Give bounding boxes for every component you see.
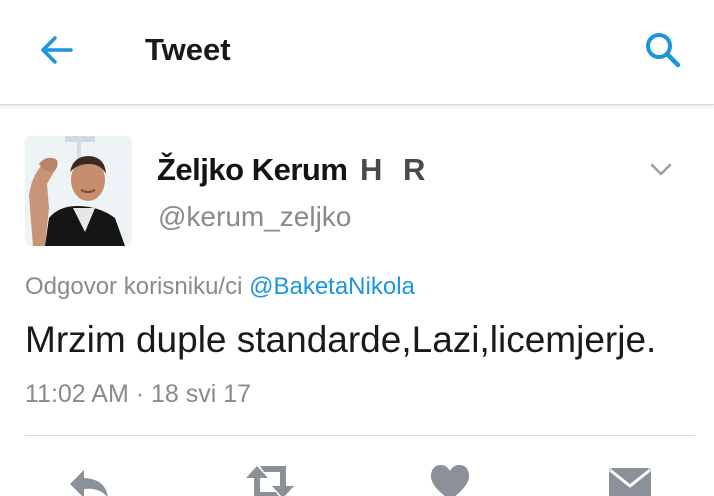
reply-context-label: Odgovor korisniku/ci	[25, 273, 243, 300]
author-flag-label: H R	[360, 152, 432, 187]
heart-icon	[430, 465, 470, 496]
profile-photo	[25, 136, 132, 246]
retweet-button[interactable]	[240, 462, 300, 496]
retweet-icon	[246, 466, 294, 496]
page-title: Tweet	[145, 32, 231, 67]
back-button[interactable]	[34, 28, 78, 72]
divider	[25, 435, 695, 436]
arrow-left-icon	[41, 36, 73, 64]
reply-button[interactable]	[60, 462, 120, 496]
author-handle[interactable]: @kerum_zeljko	[158, 198, 351, 236]
search-button[interactable]	[640, 27, 686, 73]
reply-icon	[70, 470, 108, 496]
chevron-down-icon	[650, 163, 672, 176]
reply-context: Odgovor korisniku/ci @BaketaNikola	[25, 271, 415, 303]
tweet-text: Mrzim duple standarde,Lazi,licemjerje.	[25, 319, 657, 360]
avatar[interactable]	[25, 136, 132, 246]
reply-mention-link[interactable]: @BaketaNikola	[249, 273, 415, 300]
tweet-options-button[interactable]	[644, 152, 678, 186]
tweet-timestamp: 11:02 AM · 18 svi 17	[25, 380, 252, 408]
envelope-icon	[609, 468, 651, 496]
top-app-bar: Tweet	[0, 0, 714, 105]
search-icon	[646, 33, 681, 68]
like-button[interactable]	[420, 462, 480, 496]
author-name[interactable]: Željko Kerum	[157, 150, 348, 190]
direct-message-button[interactable]	[600, 462, 660, 496]
tweet-detail-screen: Tweet Željko Kerum H R @kerum_zeljko Odg…	[0, 0, 714, 496]
